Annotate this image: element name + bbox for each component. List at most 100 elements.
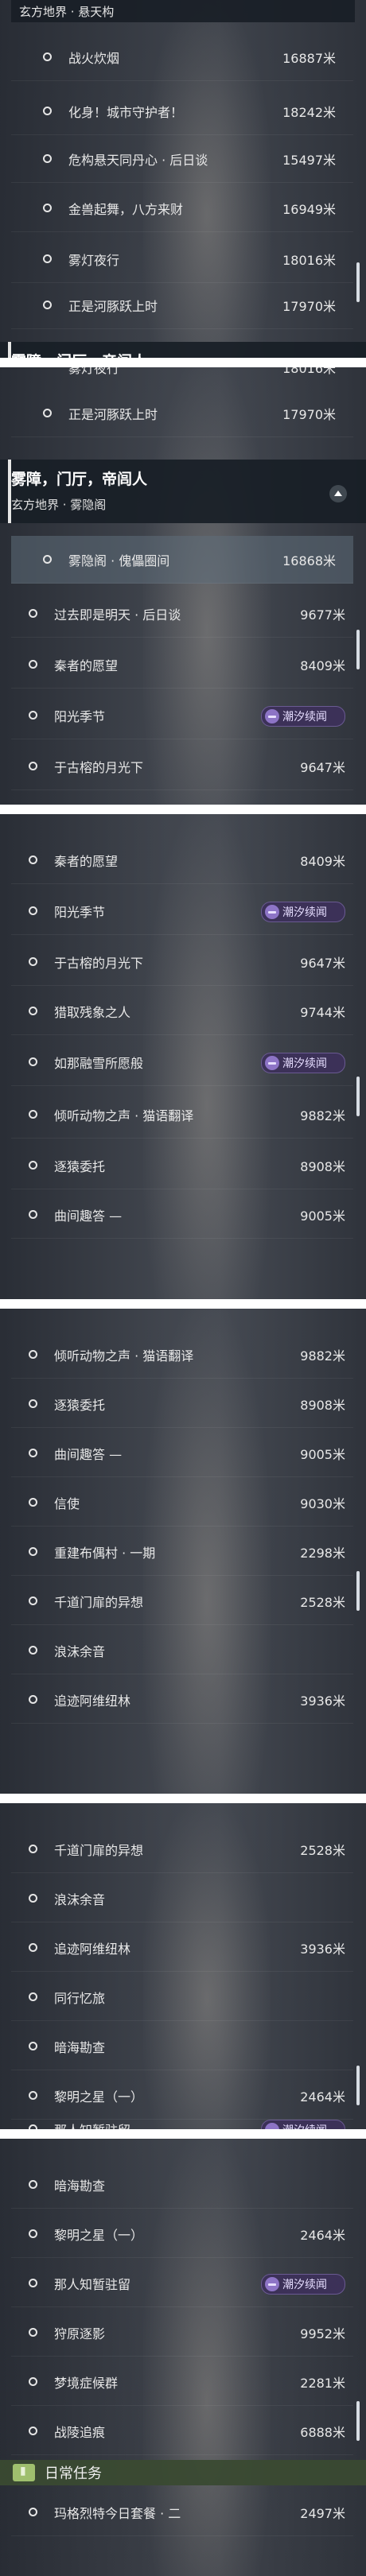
quest-distance: 9952米 [300,2326,345,2341]
quest-name: 曲间趣答 — [54,1208,123,1224]
quest-item[interactable]: 雾灯夜行 18016米 [11,235,353,283]
quest-distance: 6888米 [300,2425,345,2440]
quest-status-circle-icon [29,1943,37,1952]
quest-item[interactable]: 于古榕的月光下 9647米 [11,743,353,790]
quest-name: 同行忆旅 [54,1991,106,2006]
quest-name: 金兽起舞，八方来财 [68,202,184,217]
quest-distance: 9882米 [300,1348,345,1364]
tide-wave-icon [265,2123,279,2129]
quest-item[interactable]: 危构悬天同丹心 · 后日谈 15497米 [11,135,353,183]
quest-name: 倾听动物之声 · 猫语翻译 [54,1108,194,1123]
quest-name: 化身！城市守护者！ [68,105,184,120]
quest-item[interactable]: 浪沫余音 [11,1627,353,1674]
quest-item[interactable]: 暗海勘查 [11,2161,353,2209]
quest-group-title: 雾障，门厅，帝闾人 [11,471,148,488]
quest-item[interactable]: 千道门扉的异想 2528米 [11,1825,353,1873]
quest-item[interactable]: 千道门扉的异想 2528米 [11,1577,353,1625]
row-divider [11,883,353,884]
quest-item[interactable]: 过去即是明天 · 后日谈 9677米 [11,590,353,638]
quest-item[interactable]: 战火炊烟 16887米 [11,33,353,81]
quest-status-circle-icon [43,154,52,163]
quest-distance: 9882米 [300,1108,345,1123]
quest-group-header[interactable]: 雾障，门厅，帝闾人玄方地界 · 雾隐阁 [0,342,366,358]
quest-item[interactable]: 倾听动物之声 · 猫语翻译 9882米 [11,1091,353,1139]
quest-status-circle-icon [29,711,37,720]
quest-item[interactable]: 追迹阿维纽林 3936米 [11,1924,353,1972]
quest-status-circle-icon [29,2377,37,2386]
quest-name: 正是河豚跃上时 [68,299,158,314]
collapse-chevron-up-icon[interactable] [329,485,347,502]
quest-item[interactable]: 曲间趣答 — 9005米 [11,1191,353,1239]
quest-distance: 16868米 [282,553,336,568]
quest-distance: 9005米 [300,1447,345,1462]
quest-item[interactable]: 雾隐阁 · 傀儡圈间 16868米 [11,536,353,584]
quest-name: 战火炊烟 [68,51,120,66]
quest-item[interactable]: 追迹阿维纽林 3936米 [11,1676,353,1724]
quest-item[interactable]: 那人知暂驻留 潮汐续闻 [11,2260,353,2307]
quest-item[interactable]: 黎明之星（一） 2464米 [11,2210,353,2258]
quest-name: 于古榕的月光下 [54,760,144,775]
quest-status-circle-icon [29,1992,37,2001]
quest-item[interactable]: 正是河豚跃上时 17970米 [11,390,353,437]
quest-name: 秦者的愿望 [54,854,119,869]
quest-item[interactable]: 秦者的愿望 8409米 [11,836,353,884]
quest-item[interactable]: 那人知暂驻留 潮汐续闻 [11,2105,353,2129]
quest-name: 倾听动物之声 · 猫语翻译 [54,1348,194,1364]
quest-distance: 2528米 [300,1595,345,1610]
quest-item[interactable]: 玛格烈特今日套餐 · 二 2497米 [11,2489,353,2536]
quest-name: 暗海勘查 [54,2178,106,2194]
quest-item[interactable]: 浪沫余音 [11,1875,353,1922]
quest-item[interactable]: 正是河豚跃上时 17970米 [11,281,353,329]
quest-item[interactable]: 重建布偶村 · 一期 2298米 [11,1528,353,1576]
quest-item[interactable]: 化身！城市守护者！ 18242米 [11,87,353,135]
row-divider [11,328,353,329]
quest-item[interactable]: 梦境症候群 2281米 [11,2358,353,2406]
quest-item[interactable]: 倾听动物之声 · 猫语翻译 9882米 [11,1331,353,1379]
row-divider [11,2454,353,2455]
quest-panel: 玄方地界 · 悬天构 战火炊烟 16887米 化身！城市守护者！ 18242米 危构悬天同… [0,0,366,358]
quest-group-header[interactable]: 雾障，门厅，帝闾人玄方地界 · 雾隐阁 [0,460,366,523]
row-divider [11,436,353,437]
quest-name: 玛格烈特今日套餐 · 二 [54,2506,181,2521]
quest-item[interactable]: 信使 9030米 [11,1479,353,1527]
row-divider [11,1575,353,1576]
quest-status-circle-icon [43,254,52,263]
daily-quests-label: 日常任务 [45,2465,102,2482]
quest-status-circle-icon [29,1547,37,1556]
quest-status-circle-icon [29,957,37,966]
quest-distance: 8908米 [300,1398,345,1413]
row-divider [11,688,353,689]
quest-item[interactable]: 逐猿委托 8908米 [11,1380,353,1428]
row-divider [11,1238,353,1239]
quest-item[interactable]: 暗海勘查 [11,2023,353,2070]
quest-item[interactable]: 曲间趣答 — 9005米 [11,1430,353,1477]
quest-name: 于古榕的月光下 [54,956,144,971]
quest-item[interactable]: 阳光季节 潮汐续闻 [11,692,353,739]
tide-sequel-badge-label: 潮汐续闻 [282,2279,327,2291]
quest-item[interactable]: 于古榕的月光下 9647米 [11,938,353,986]
quest-name: 雾隐阁 · 傀儡圈间 [68,553,170,568]
screenshot-separator [0,1299,366,1309]
tide-sequel-badge-label: 潮汐续闻 [282,1057,327,1070]
quest-panel: 雾灯夜行 18016米 正是河豚跃上时 17970米雾隐阁 · 傀儡圈间 16868米过… [0,367,366,805]
quest-distance: 2464米 [300,2228,345,2243]
quest-item-partial[interactable]: 雾灯夜行 18016米 [11,367,353,391]
quest-item[interactable]: 秦者的愿望 8409米 [11,641,353,689]
quest-item[interactable]: 金兽起舞，八方来财 16949米 [11,184,353,232]
quest-item[interactable]: 战陵追痕 6888米 [11,2407,353,2455]
quest-item[interactable]: 如那融雪所愿般 潮汐续闻 [11,1038,353,1086]
quest-item[interactable]: 猎取残象之人 9744米 [11,987,353,1035]
quest-distance: 2298米 [300,1546,345,1561]
quest-status-circle-icon [29,906,37,915]
quest-item[interactable]: 同行忆旅 [11,1973,353,2021]
tide-wave-icon [265,709,279,724]
quest-item[interactable]: 狩原逐影 9952米 [11,2309,353,2357]
quest-item[interactable]: 逐猿委托 8908米 [11,1142,353,1189]
tide-sequel-badge-label: 潮汐续闻 [282,711,327,724]
quest-item[interactable]: 阳光季节 潮汐续闻 [11,887,353,935]
quest-status-circle-icon [29,1057,37,1066]
quest-name: 浪沫余音 [54,1644,106,1659]
daily-quests-header[interactable]: 日常任务 [0,2460,366,2485]
quest-name: 雾灯夜行 [68,253,120,268]
row-divider [11,1476,353,1477]
